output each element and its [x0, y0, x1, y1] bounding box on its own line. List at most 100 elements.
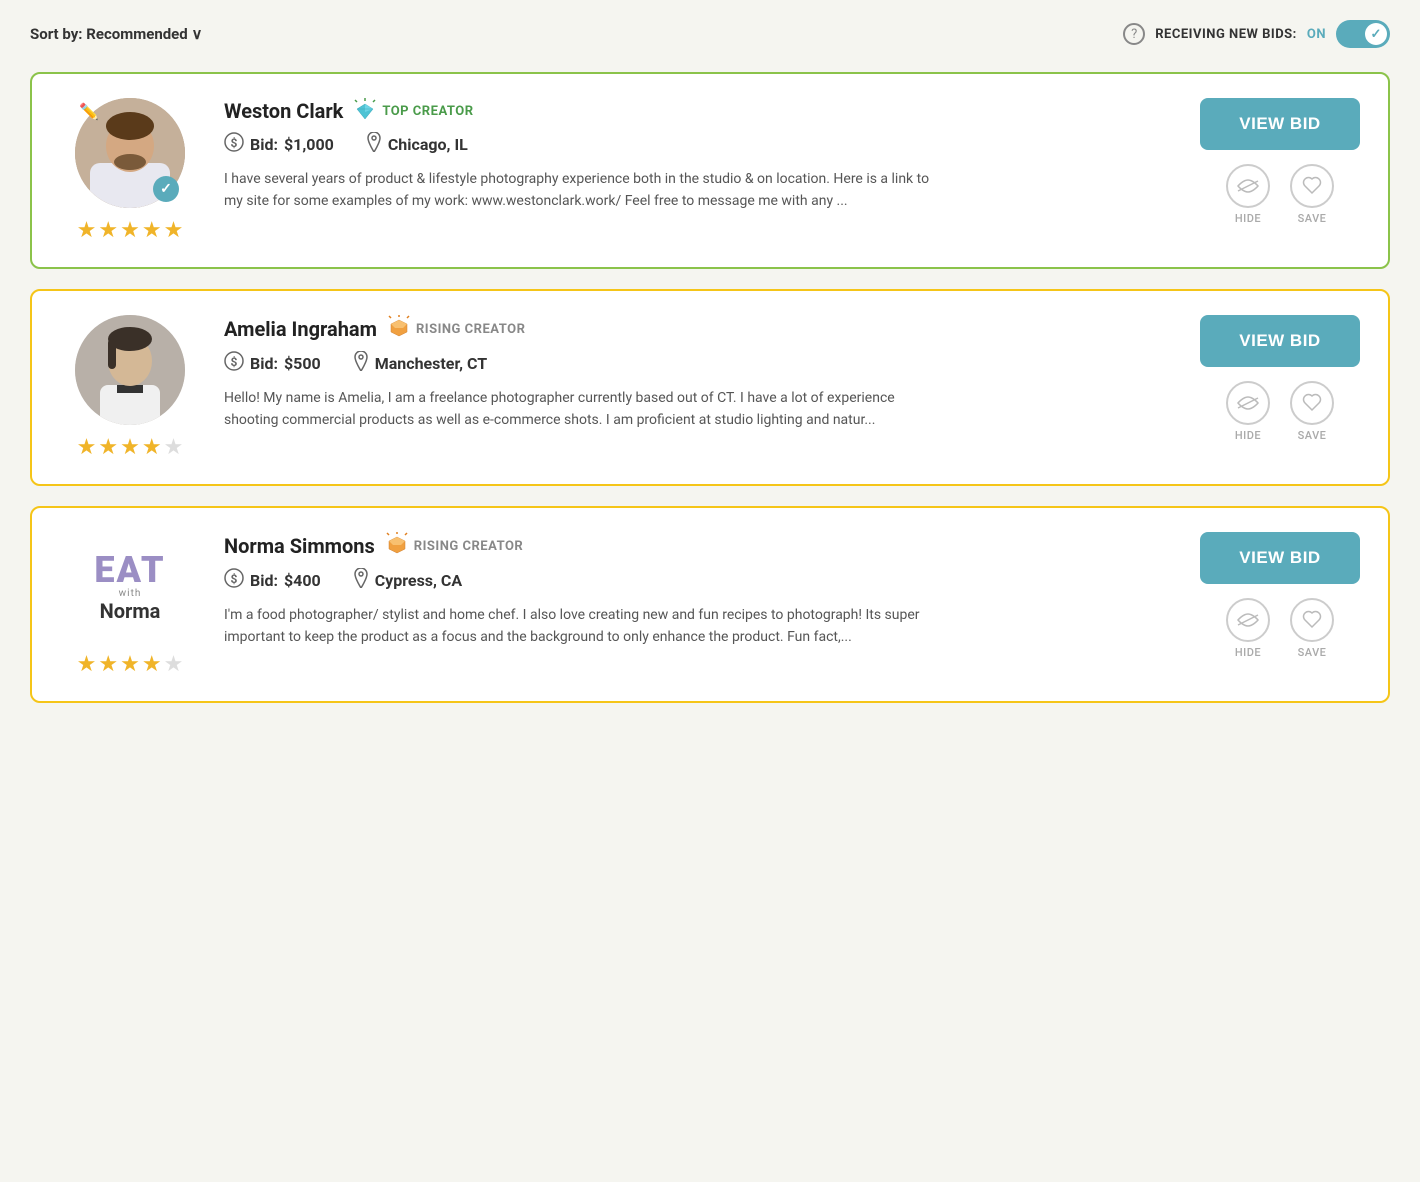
bid-amelia: $ Bid: $500 [224, 351, 321, 375]
description-weston: I have several years of product & lifest… [224, 168, 944, 213]
bid-amount-weston: $1,000 [284, 135, 334, 154]
hide-icon-norma [1226, 598, 1270, 642]
receiving-label: RECEIVING NEW BIDS: [1155, 27, 1297, 42]
view-bid-button-weston[interactable]: VIEW BID [1200, 98, 1360, 150]
location-icon-norma [353, 568, 369, 592]
sort-label: Sort by: [30, 25, 83, 43]
bid-location-amelia: $ Bid: $500 Manchester, CT [224, 351, 1176, 375]
bid-amount-norma: $400 [284, 571, 321, 590]
svg-text:$: $ [231, 136, 238, 150]
sort-arrow: ∨ [191, 25, 202, 43]
dollar-circle-icon-amelia: $ [224, 351, 244, 375]
card-content-amelia: Amelia Ingraham RISING CREATOR [224, 315, 1176, 432]
avatar-amelia [75, 315, 185, 425]
icon-actions-weston: HIDE SAVE [1226, 164, 1334, 225]
description-amelia: Hello! My name is Amelia, I am a freelan… [224, 387, 944, 432]
hide-action-norma[interactable]: HIDE [1226, 598, 1270, 659]
norma-text: Norma [100, 599, 161, 623]
save-label-weston: SAVE [1298, 212, 1327, 225]
creator-card-norma: EAT with Norma ★ ★ ★ ★ ★ Norma Simmons [30, 506, 1390, 703]
dollar-circle-icon: $ [224, 132, 244, 156]
badge-label-norma: RISING CREATOR [414, 539, 523, 554]
bid-norma: $ Bid: $400 [224, 568, 321, 592]
badge-label-amelia: RISING CREATOR [416, 322, 525, 337]
bid-amount-amelia: $500 [284, 354, 321, 373]
hide-label-norma: HIDE [1235, 646, 1261, 659]
badge-label-weston: TOP CREATOR [382, 104, 473, 119]
question-icon[interactable]: ? [1123, 23, 1145, 45]
save-label-amelia: SAVE [1298, 429, 1327, 442]
sort-by[interactable]: Sort by: Recommended ∨ [30, 25, 202, 43]
toggle-knob: ✓ [1365, 23, 1387, 45]
bid-location-norma: $ Bid: $400 Cypress, CA [224, 568, 1176, 592]
card-actions-norma: VIEW BID HIDE SAVE [1200, 532, 1360, 659]
name-row-weston: Weston Clark TOP CREATOR [224, 98, 1176, 124]
badge-weston: TOP CREATOR [353, 98, 473, 124]
location-icon-weston [366, 132, 382, 156]
avatar-wrapper-weston: ✏️ ✓ [75, 98, 185, 208]
card-content-weston: Weston Clark TOP CREATOR [224, 98, 1176, 213]
location-amelia: Manchester, CT [353, 351, 487, 375]
badge-norma: RISING CREATOR [385, 532, 523, 560]
dollar-circle-icon-norma: $ [224, 568, 244, 592]
on-status-label: ON [1307, 27, 1326, 42]
verified-badge-weston: ✓ [153, 176, 179, 202]
save-action-norma[interactable]: SAVE [1290, 598, 1334, 659]
save-icon-norma [1290, 598, 1334, 642]
header-bar: Sort by: Recommended ∨ ? RECEIVING NEW B… [30, 20, 1390, 48]
receiving-bids-toggle[interactable]: ✓ [1336, 20, 1390, 48]
receiving-bids-section: ? RECEIVING NEW BIDS: ON ✓ [1123, 20, 1390, 48]
bid-weston: $ Bid: $1,000 [224, 132, 334, 156]
location-text-amelia: Manchester, CT [375, 354, 487, 373]
avatar-section-weston: ✏️ ✓ [60, 98, 200, 243]
save-icon-amelia [1290, 381, 1334, 425]
edit-icon[interactable]: ✏️ [79, 102, 99, 121]
hide-icon-amelia [1226, 381, 1270, 425]
card-actions-weston: VIEW BID HIDE SAVE [1200, 98, 1360, 225]
sort-value: Recommended [86, 25, 187, 43]
diamond-icon [353, 98, 377, 124]
creator-card-weston: ✏️ ✓ [30, 72, 1390, 269]
card-actions-amelia: VIEW BID HIDE SAVE [1200, 315, 1360, 442]
creator-card-amelia: ★ ★ ★ ★ ★ Amelia Ingraham RISING [30, 289, 1390, 486]
creator-name-weston: Weston Clark [224, 99, 343, 123]
location-icon-amelia [353, 351, 369, 375]
hide-action-amelia[interactable]: HIDE [1226, 381, 1270, 442]
save-icon-weston [1290, 164, 1334, 208]
hide-icon-weston [1226, 164, 1270, 208]
svg-text:$: $ [231, 355, 238, 369]
avatar-section-amelia: ★ ★ ★ ★ ★ [60, 315, 200, 460]
hex-icon-norma [385, 532, 409, 560]
hide-label-weston: HIDE [1235, 212, 1261, 225]
location-weston: Chicago, IL [366, 132, 468, 156]
save-action-weston[interactable]: SAVE [1290, 164, 1334, 225]
badge-amelia: RISING CREATOR [387, 315, 525, 343]
icon-actions-norma: HIDE SAVE [1226, 598, 1334, 659]
save-label-norma: SAVE [1298, 646, 1327, 659]
creator-name-norma: Norma Simmons [224, 534, 375, 558]
name-row-amelia: Amelia Ingraham RISING CREATOR [224, 315, 1176, 343]
bid-label-amelia: Bid: [250, 354, 278, 373]
location-norma: Cypress, CA [353, 568, 462, 592]
save-action-amelia[interactable]: SAVE [1290, 381, 1334, 442]
bid-location-weston: $ Bid: $1,000 Chicago, IL [224, 132, 1176, 156]
toggle-check-icon: ✓ [1371, 27, 1382, 42]
hex-icon-amelia [387, 315, 411, 343]
hide-action-weston[interactable]: HIDE [1226, 164, 1270, 225]
avatar-section-norma: EAT with Norma ★ ★ ★ ★ ★ [60, 532, 200, 677]
svg-text:$: $ [231, 572, 238, 586]
card-content-norma: Norma Simmons RISING CREATOR [224, 532, 1176, 649]
bid-label-norma: Bid: [250, 571, 278, 590]
hide-label-amelia: HIDE [1235, 429, 1261, 442]
icon-actions-amelia: HIDE SAVE [1226, 381, 1334, 442]
avatar-wrapper-amelia [75, 315, 185, 425]
view-bid-button-amelia[interactable]: VIEW BID [1200, 315, 1360, 367]
location-text-norma: Cypress, CA [375, 571, 462, 590]
avatar-norma: EAT with Norma [75, 532, 185, 642]
stars-weston: ★ ★ ★ ★ ★ [77, 218, 184, 243]
creator-name-amelia: Amelia Ingraham [224, 317, 377, 341]
eat-logo: EAT with Norma [75, 532, 185, 642]
name-row-norma: Norma Simmons RISING CREATOR [224, 532, 1176, 560]
view-bid-button-norma[interactable]: VIEW BID [1200, 532, 1360, 584]
with-text: with [119, 588, 142, 599]
